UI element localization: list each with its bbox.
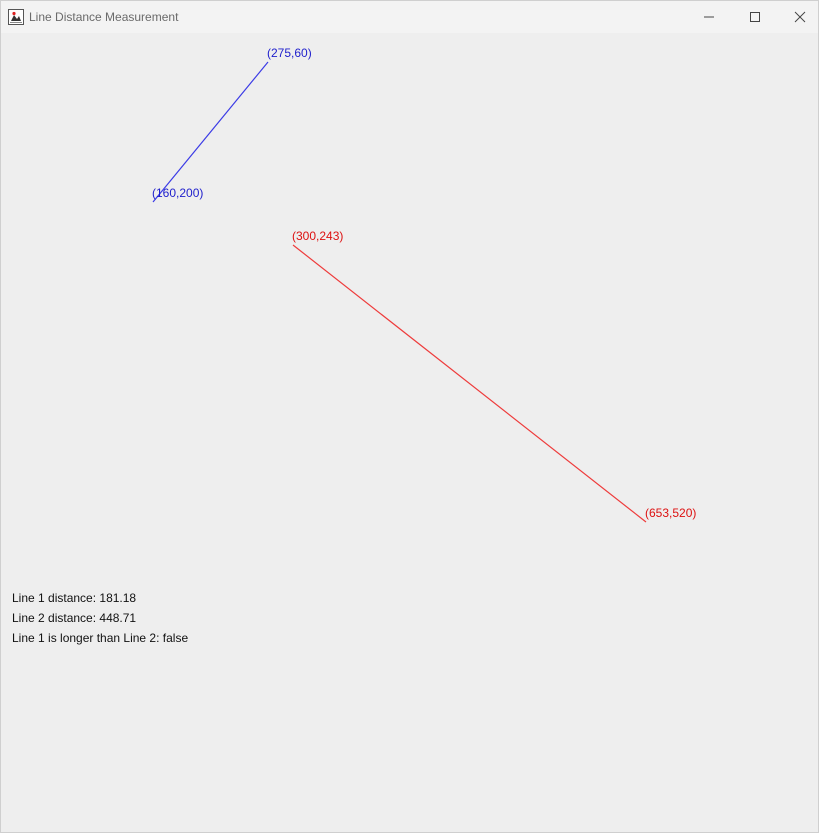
maximize-icon (750, 12, 760, 22)
minimize-icon (704, 16, 714, 18)
comparison-text: Line 1 is longer than Line 2: false (12, 631, 189, 645)
line-1-end-label: (275,60) (267, 46, 312, 60)
line-2-end-label: (653,520) (645, 506, 696, 520)
line-1-start-label: (160,200) (152, 186, 203, 200)
maximize-button[interactable] (732, 1, 778, 33)
close-button[interactable] (777, 1, 819, 33)
drawing-canvas: (275,60) (160,200) (300,243) (653,520) L… (1, 33, 818, 832)
java-app-icon (8, 9, 24, 25)
line-1 (152, 61, 269, 203)
app-window: Line Distance Measurement (275,60) (160,… (0, 0, 819, 833)
line-2-start-label: (300,243) (292, 229, 343, 243)
close-icon (794, 11, 806, 23)
minimize-button[interactable] (686, 1, 732, 33)
title-bar[interactable]: Line Distance Measurement (1, 1, 818, 33)
lines-svg: (275,60) (160,200) (300,243) (653,520) (152, 46, 696, 523)
line-2-distance-text: Line 2 distance: 448.71 (12, 611, 137, 625)
line-2 (292, 244, 647, 523)
window-title: Line Distance Measurement (29, 10, 179, 24)
line-1-distance-text: Line 1 distance: 181.18 (12, 591, 137, 605)
